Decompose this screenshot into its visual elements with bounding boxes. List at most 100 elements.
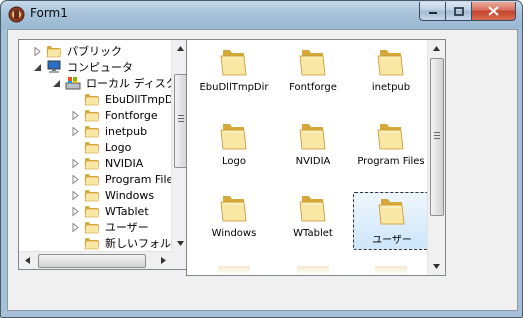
tree-item[interactable]: NVIDIA (71, 155, 143, 171)
arrow-up-icon (177, 46, 184, 51)
file-item-label: Fontforge (289, 82, 337, 93)
collapse-arrow-icon[interactable] (52, 79, 61, 88)
tree-item[interactable]: Windows (71, 187, 154, 203)
tree-hscroll-thumb[interactable] (38, 254, 146, 268)
list-scroll-up-button[interactable] (428, 40, 445, 57)
file-item-label: Windows (211, 228, 257, 239)
file-item[interactable]: Logo (196, 120, 272, 167)
folder-icon (84, 238, 100, 250)
folder-icon (299, 196, 326, 222)
expand-arrow-icon[interactable] (71, 174, 80, 184)
list-scroll-thumb[interactable] (430, 58, 444, 216)
tree-item[interactable]: Fontforge (71, 107, 158, 123)
file-item[interactable]: NVIDIA (275, 120, 351, 167)
tree-item[interactable]: ローカル ディスク ( (52, 75, 185, 91)
file-item-label: inetpub (371, 82, 411, 93)
expand-arrow-icon[interactable] (71, 158, 80, 168)
file-list-view[interactable]: EbuDllTmpDir Fontforge inetpub Logo NVIDIA Pr… (186, 39, 446, 276)
expand-arrow-icon[interactable] (33, 46, 42, 56)
partial-file-item[interactable] (375, 266, 407, 275)
tree-item[interactable]: パブリック (33, 43, 122, 59)
arrow-left-icon (25, 257, 30, 264)
arrow-down-icon (433, 264, 440, 269)
folder-icon (84, 190, 100, 202)
tree-item[interactable]: WTablet (71, 203, 149, 219)
partial-file-item[interactable] (297, 266, 329, 275)
folder-icon (220, 196, 247, 222)
folder-icon (220, 50, 247, 76)
tree-horizontal-scrollbar[interactable] (19, 251, 172, 269)
expand-arrow-icon[interactable] (71, 110, 80, 120)
tree-item-label: Windows (105, 188, 155, 202)
tree-item-label: Fontforge (105, 108, 158, 122)
file-item[interactable]: Fontforge (275, 46, 351, 93)
folder-icon (84, 174, 100, 186)
file-item[interactable]: WTablet (275, 192, 351, 239)
file-item[interactable]: inetpub (353, 46, 429, 93)
client-area: パブリック コンピュータ ローカル ディスク (EbuDllTmpDir Fontfo… (7, 29, 518, 311)
window-title: Form1 (30, 6, 68, 20)
file-item-label: EbuDllTmpDir (199, 82, 269, 93)
folder-icon (377, 50, 404, 76)
folder-icon (46, 46, 62, 58)
file-item-label: NVIDIA (295, 156, 331, 167)
folder-icon (84, 222, 100, 234)
tree-item-label: WTablet (105, 204, 149, 218)
folder-tree[interactable]: パブリックコンピュータ ローカル ディスク (EbuDllTmpDir Fontfo… (18, 39, 190, 270)
computer-icon (47, 60, 61, 73)
expand-arrow-icon[interactable] (71, 190, 80, 200)
file-item-label: ユーザー (372, 235, 412, 246)
tree-item[interactable]: Logo (71, 139, 131, 155)
arrow-right-icon (161, 257, 166, 264)
expand-arrow-icon[interactable] (71, 126, 80, 136)
caption-buttons (419, 2, 516, 21)
tree-item-label: パブリック (67, 45, 122, 58)
file-item[interactable]: EbuDllTmpDir (196, 46, 272, 93)
tree-scroll-right-button[interactable] (155, 252, 172, 269)
application-window: Form1 パブリック コンピュータ ローカル ディスク (EbuDllTmpDir… (0, 0, 523, 318)
folder-icon (378, 199, 405, 225)
file-item-label: Logo (222, 156, 246, 167)
file-item[interactable]: Program Files (353, 120, 429, 167)
close-button[interactable] (472, 2, 516, 21)
minimize-icon (428, 12, 437, 14)
tree-item[interactable]: ユーザー (71, 219, 149, 235)
file-item[interactable]: ユーザー (353, 192, 431, 250)
folder-icon (84, 142, 100, 154)
minimize-button[interactable] (419, 2, 446, 21)
tree-item[interactable]: EbuDllTmpDir (71, 91, 181, 107)
file-item-label: Program Files (357, 156, 425, 167)
app-icon[interactable] (8, 6, 25, 23)
list-vertical-scrollbar[interactable] (427, 40, 445, 275)
tree-item-label: Logo (105, 140, 132, 154)
folder-icon (220, 124, 247, 150)
maximize-icon (453, 6, 464, 16)
title-bar[interactable]: Form1 (1, 1, 522, 29)
tree-item-label: Program Files (105, 172, 180, 186)
file-item[interactable]: Windows (196, 192, 272, 239)
tree-item[interactable]: 新しいフォルダ (71, 235, 182, 251)
collapse-arrow-icon[interactable] (33, 63, 42, 72)
folder-icon (84, 110, 100, 122)
file-item-label: WTablet (293, 228, 333, 239)
folder-icon (377, 124, 404, 150)
expand-arrow-icon[interactable] (71, 206, 80, 216)
close-icon (488, 6, 499, 16)
drive-icon (65, 77, 81, 90)
tree-item-label: EbuDllTmpDir (105, 92, 181, 106)
tree-item-label: inetpub (105, 124, 148, 138)
expand-arrow-icon[interactable] (71, 222, 80, 232)
maximize-button[interactable] (446, 2, 472, 21)
list-scroll-down-button[interactable] (428, 258, 445, 275)
tree-item[interactable]: Program Files (71, 171, 179, 187)
tree-item[interactable]: inetpub (71, 123, 147, 139)
folder-icon (299, 50, 326, 76)
tree-scroll-left-button[interactable] (19, 252, 36, 269)
folder-icon (84, 158, 100, 170)
partial-file-item[interactable] (218, 266, 250, 275)
tree-item-label: ユーザー (105, 221, 149, 234)
tree-item-label: NVIDIA (105, 156, 144, 170)
tree-item-label: コンピュータ (67, 61, 133, 74)
tree-item[interactable]: コンピュータ (33, 59, 133, 75)
